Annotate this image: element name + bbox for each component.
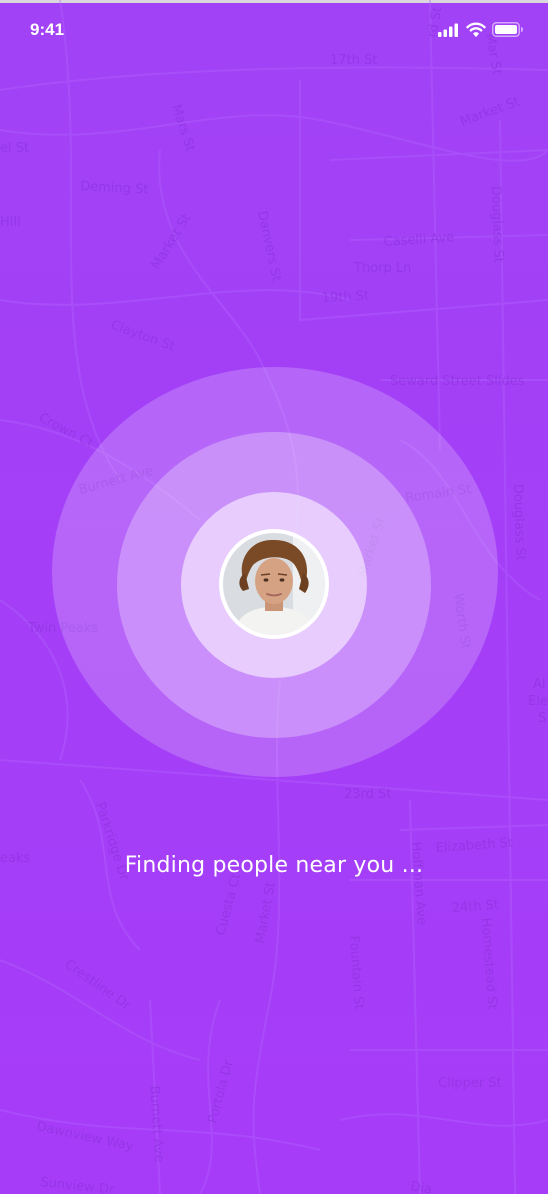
wifi-icon bbox=[466, 22, 486, 37]
map-label: Douglass St bbox=[510, 484, 528, 562]
map-label: Burnett Ave bbox=[146, 1085, 166, 1163]
map-label: Market St bbox=[458, 94, 522, 129]
status-bar: 9:41 bbox=[0, 18, 548, 44]
status-icons bbox=[438, 22, 524, 37]
map-label: Dia bbox=[409, 1179, 433, 1194]
map-label: Mars St bbox=[168, 103, 197, 154]
map-label: Crestline Dr bbox=[62, 957, 134, 1014]
map-label: 19th St bbox=[321, 289, 369, 306]
map-label: Deming St bbox=[80, 179, 149, 198]
map-label: Caselli Ave bbox=[383, 230, 454, 250]
map-label: Al bbox=[533, 677, 546, 692]
map-label: 17th St bbox=[330, 53, 377, 68]
map-label: Clipper St bbox=[438, 1076, 502, 1091]
user-photo bbox=[223, 533, 325, 635]
map-label: Homestead St bbox=[478, 917, 499, 1010]
finding-people-status: Finding people near you ... bbox=[124, 853, 424, 878]
map-label: el St bbox=[0, 141, 29, 156]
map-label: Thorp Ln bbox=[353, 261, 411, 276]
map-label: Hill bbox=[0, 215, 21, 230]
map-label: Douglass St bbox=[488, 186, 506, 264]
status-time: 9:41 bbox=[30, 20, 65, 39]
battery-icon bbox=[492, 22, 523, 37]
map-label: Fountain St bbox=[346, 935, 366, 1010]
map-label: Ele bbox=[528, 694, 548, 709]
map-label: Market St bbox=[149, 211, 195, 272]
map-label: Clayton St bbox=[109, 318, 177, 355]
user-avatar bbox=[219, 529, 329, 639]
map-label: S bbox=[538, 711, 546, 726]
map-label: 24th St bbox=[451, 898, 499, 916]
signal-icon bbox=[438, 23, 458, 37]
map-label: Seward Street Slides bbox=[390, 374, 525, 389]
map-label: Sunview Dr bbox=[40, 1175, 116, 1194]
map-label: Market St bbox=[253, 881, 279, 945]
map-label: Cuesta Ct bbox=[213, 872, 244, 937]
map-label: Crown Ct bbox=[36, 410, 95, 451]
map-label: Danvers St bbox=[254, 210, 284, 283]
map-label: 23rd St bbox=[344, 787, 391, 802]
finding-people-screen: 17th St Market St el St Mars St Deming S… bbox=[0, 0, 548, 1194]
map-label: Portola Dr bbox=[205, 1058, 236, 1125]
